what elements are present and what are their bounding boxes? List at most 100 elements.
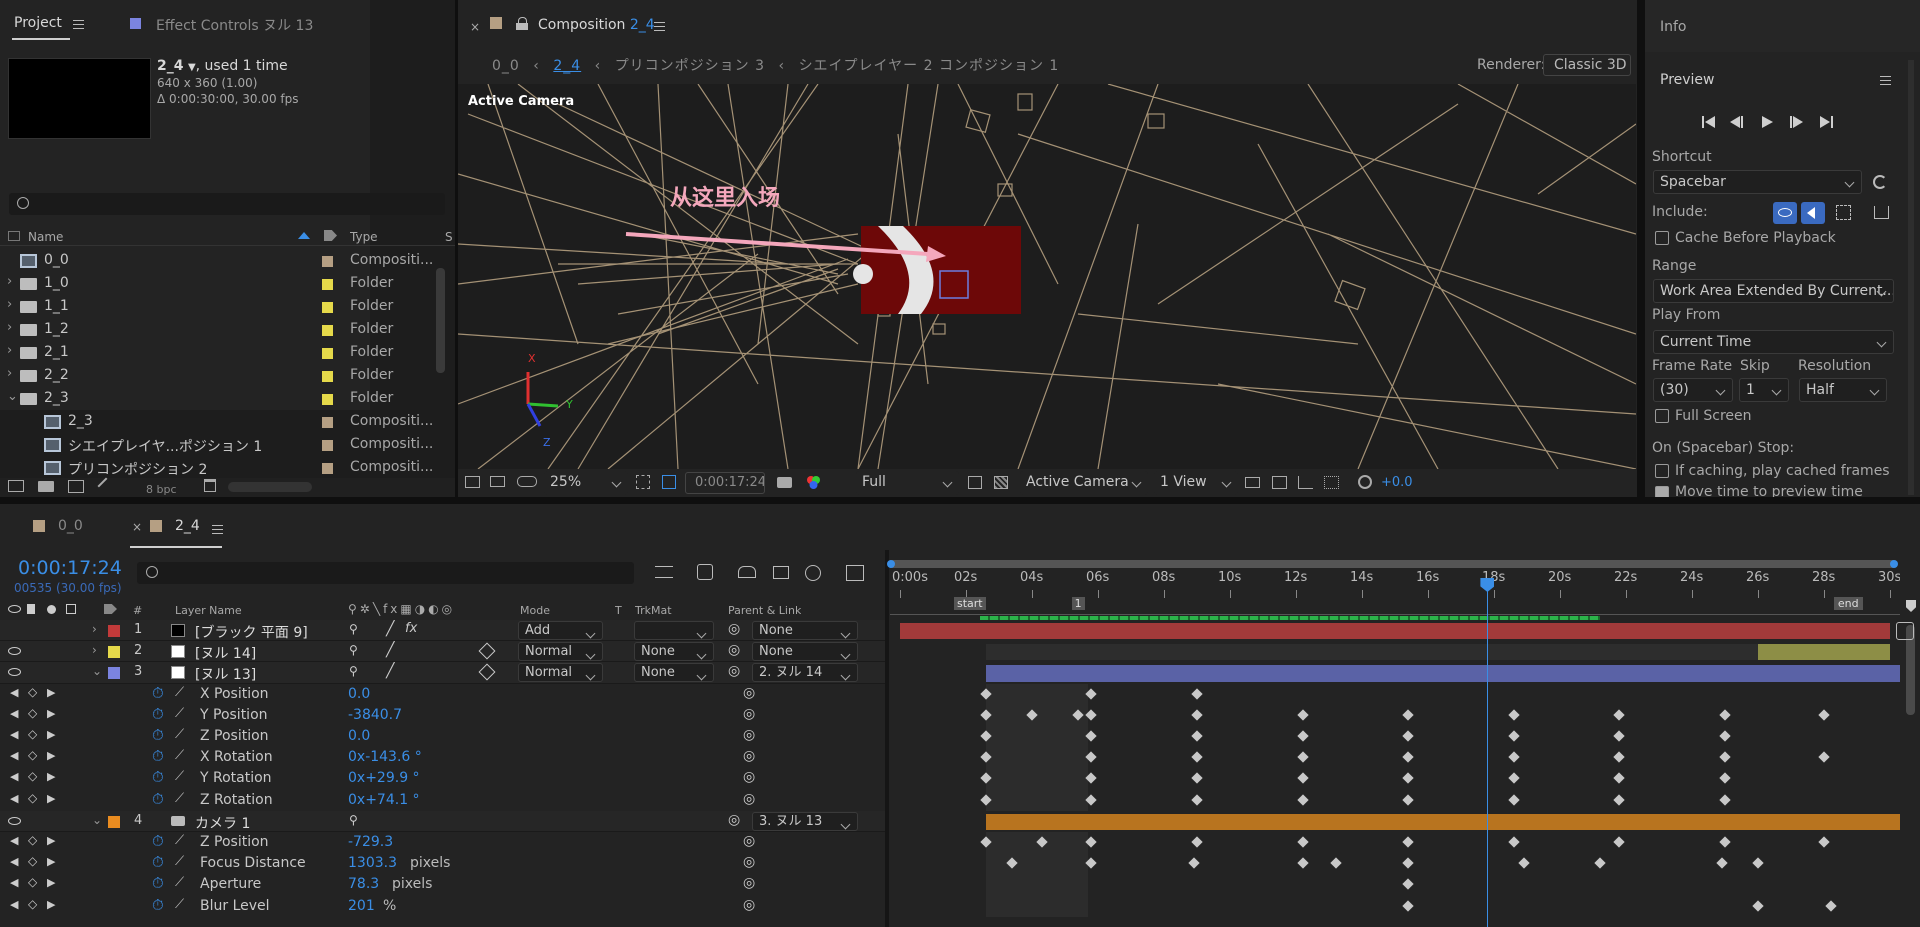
prev-keyframe-icon[interactable]: ◀	[10, 792, 18, 805]
item-label-swatch[interactable]	[322, 302, 333, 313]
col-trkmat-header[interactable]: TrkMat	[635, 604, 672, 617]
layer-name[interactable]: [ヌル 13]	[195, 664, 256, 684]
add-keyframe-icon[interactable]: ◇	[28, 706, 37, 720]
layer-trkmat-dropdown[interactable]	[634, 621, 714, 640]
layer-name[interactable]: カメラ 1	[195, 813, 250, 833]
keyframe[interactable]	[1296, 751, 1309, 763]
layer-row[interactable]: ⌄ 3 [ヌル 13] ⚲ ╱ Normal None ◎ 2. ヌル 14	[0, 662, 886, 684]
layer-expand-icon[interactable]: ⌄	[92, 664, 102, 678]
keyframe[interactable]	[1402, 709, 1414, 721]
property-row[interactable]: ◀ ◇ ▶ ⏱ ⟋ Z Position 0.0 ◎	[0, 726, 886, 747]
breadcrumb-item-2[interactable]: プリコンポジション 3	[615, 58, 765, 74]
keyframe[interactable]	[1752, 857, 1764, 869]
bpc-button[interactable]: 8 bpc	[146, 483, 177, 496]
keyframe[interactable]	[1402, 836, 1414, 848]
right-panel-scrollbar[interactable]	[1908, 60, 1914, 495]
keyframe[interactable]	[1402, 793, 1414, 806]
col-name-header[interactable]: Name	[28, 230, 63, 244]
keyframe[interactable]	[1191, 793, 1203, 806]
checker-icon[interactable]	[994, 476, 1008, 489]
layer-parent-dropdown[interactable]: 3. ヌル 13	[752, 811, 858, 831]
next-keyframe-icon[interactable]: ▶	[47, 770, 55, 783]
keyframe[interactable]	[1296, 772, 1309, 785]
always-preview-icon[interactable]	[465, 476, 480, 488]
add-keyframe-icon[interactable]: ◇	[28, 769, 37, 783]
keyframe[interactable]	[1402, 878, 1414, 891]
add-keyframe-icon[interactable]: ◇	[28, 791, 37, 805]
next-keyframe-icon[interactable]: ▶	[47, 792, 55, 805]
layer-duration-bar[interactable]	[900, 623, 1890, 640]
property-row[interactable]: ◀ ◇ ▶ ⏱ ⟋ X Position 0.0 ◎	[0, 684, 886, 705]
graph-icon[interactable]: ⟋	[175, 748, 184, 763]
keyframe[interactable]	[1613, 730, 1626, 742]
item-label-swatch[interactable]	[322, 371, 333, 382]
stopwatch-icon[interactable]: ⏱	[152, 853, 164, 871]
reset-shortcut-icon[interactable]	[1873, 175, 1887, 189]
stopwatch-icon[interactable]: ⏱	[152, 874, 164, 892]
work-area-start-handle[interactable]	[887, 560, 895, 568]
play-from-dropdown[interactable]: Current Time	[1653, 330, 1894, 354]
monitor-icon[interactable]	[490, 476, 505, 487]
preview-resolution-dropdown[interactable]: Half	[1799, 378, 1887, 402]
timeline-tab-0[interactable]: 0_0	[58, 518, 83, 534]
draft-3d-icon[interactable]	[1272, 476, 1287, 489]
property-row[interactable]: ◀ ◇ ▶ ⏱ ⟋ Focus Distance 1303.3 pixels ◎	[0, 853, 886, 874]
pickwhip-icon[interactable]: ◎	[728, 621, 740, 637]
keyframe[interactable]	[1191, 687, 1203, 700]
stopwatch-icon[interactable]: ⏱	[152, 705, 164, 723]
keyframe[interactable]	[1752, 899, 1764, 912]
layer-name[interactable]: [ヌル 14]	[195, 643, 256, 663]
trash-icon[interactable]	[204, 479, 216, 492]
pickwhip-icon[interactable]: ◎	[728, 663, 740, 679]
quality-switch-icon[interactable]: ╱	[386, 663, 394, 679]
keyframe[interactable]	[1191, 730, 1203, 742]
stopwatch-icon[interactable]: ⏱	[152, 726, 164, 744]
layer-mode-dropdown[interactable]: Add	[518, 621, 603, 640]
expand-toggle-icon[interactable]: ›	[7, 320, 12, 335]
keyframe[interactable]	[1719, 730, 1731, 742]
work-area-bar[interactable]	[890, 560, 1896, 568]
quality-switch-icon[interactable]: ╱	[386, 642, 394, 658]
keyframe[interactable]	[1508, 836, 1520, 848]
keyframe[interactable]	[1818, 751, 1830, 763]
property-row[interactable]: ◀ ◇ ▶ ⏱ ⟋ Z Rotation 0x+74.1 ° ◎	[0, 790, 886, 811]
stopwatch-icon[interactable]: ⏱	[152, 896, 164, 914]
property-value[interactable]: 1303.3	[348, 855, 397, 871]
new-folder-icon[interactable]	[38, 481, 54, 492]
pickwhip-icon[interactable]: ◎	[728, 812, 740, 828]
work-area-end-handle[interactable]	[1890, 560, 1898, 568]
new-comp-icon[interactable]	[68, 480, 84, 493]
item-label-swatch[interactable]	[322, 348, 333, 359]
expand-toggle-icon[interactable]: ›	[7, 366, 12, 381]
shy-switch-icon[interactable]: ⚲	[349, 813, 358, 827]
project-item[interactable]: › 1_2 Folder	[0, 319, 436, 341]
layer-trkmat-dropdown[interactable]: None	[634, 642, 714, 662]
keyframe[interactable]	[1296, 857, 1309, 869]
prev-keyframe-icon[interactable]: ◀	[10, 707, 18, 720]
layer-parent-dropdown[interactable]: None	[752, 642, 858, 662]
prev-keyframe-icon[interactable]: ◀	[10, 749, 18, 762]
breadcrumb-item-3[interactable]: シエイプレイヤー 2 コンポジション 1	[799, 58, 1060, 74]
layer-expand-icon[interactable]: ›	[92, 643, 97, 657]
item-label-swatch[interactable]	[322, 279, 333, 290]
keyframe[interactable]	[1402, 730, 1414, 742]
layer-row[interactable]: ⌄ 4 カメラ 1 ⚲ ◎ 3. ヌル 13	[0, 810, 886, 833]
property-row[interactable]: ◀ ◇ ▶ ⏱ ⟋ Aperture 78.3 pixels ◎	[0, 874, 886, 895]
keyframe[interactable]	[1296, 836, 1309, 848]
property-row[interactable]: ◀ ◇ ▶ ⏱ ⟋ Y Position -3840.7 ◎	[0, 705, 886, 726]
3d-layer-icon[interactable]	[478, 642, 496, 660]
comp-info-dropdown-icon[interactable]: ▼	[188, 62, 196, 73]
project-menu-icon[interactable]	[73, 20, 84, 29]
keyframe[interactable]	[1613, 751, 1626, 763]
layer-expand-icon[interactable]: ›	[92, 622, 97, 636]
keyframe[interactable]	[1402, 857, 1414, 869]
expression-pickwhip-icon[interactable]: ◎	[743, 748, 755, 764]
prev-keyframe-icon[interactable]: ◀	[10, 770, 18, 783]
keyframe[interactable]	[1613, 772, 1626, 785]
vr-goggles-icon[interactable]	[517, 476, 537, 487]
shortcut-dropdown[interactable]: Spacebar	[1653, 170, 1862, 194]
project-item[interactable]: ⌄ 2_3 Folder	[0, 388, 436, 410]
project-item[interactable]: › 2_2 Folder	[0, 365, 436, 387]
graph-icon[interactable]: ⟋	[175, 875, 184, 890]
property-value[interactable]: 78.3	[348, 876, 379, 892]
